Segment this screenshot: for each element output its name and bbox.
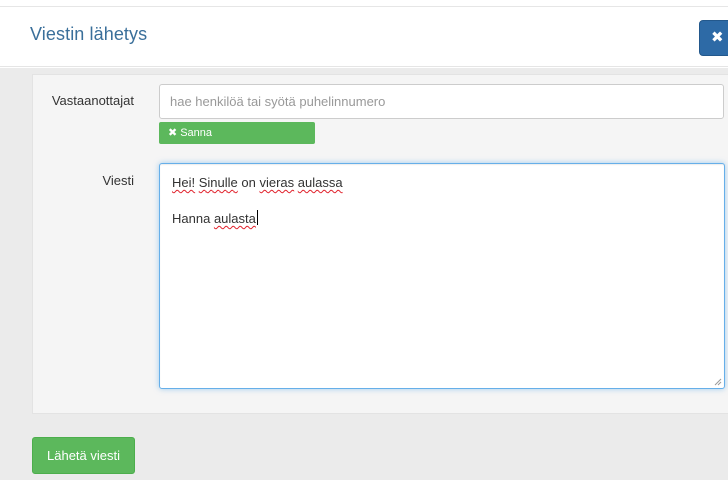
- remove-icon[interactable]: ✖: [168, 127, 177, 139]
- message-line-3: Hanna aulasta: [172, 210, 712, 228]
- text-caret: [256, 210, 258, 225]
- recipient-tag-sanna[interactable]: ✖ Sanna: [159, 122, 315, 144]
- message-word: vieras: [259, 175, 295, 190]
- message-label: Viesti: [102, 173, 134, 188]
- message-line-1: Hei! Sinulle on vieras aulassa: [172, 174, 712, 192]
- close-icon: ✖: [711, 29, 724, 46]
- message-word: aulasta: [213, 211, 256, 226]
- recipient-tag-label: Sanna: [180, 127, 213, 139]
- message-word: Sinulle: [198, 175, 238, 190]
- recipients-label: Vastaanottajat: [51, 93, 134, 108]
- message-modal: Viestin lähetys ✖ Vastaanottajat ✖Sanna …: [0, 0, 728, 480]
- top-edge: [0, 0, 728, 7]
- message-word: aulassa: [297, 175, 343, 190]
- modal-header: Viestin lähetys ✖: [0, 7, 728, 67]
- message-word: on: [237, 175, 260, 190]
- message-line-2: [172, 192, 712, 210]
- resize-grip-icon[interactable]: [714, 378, 722, 386]
- message-textarea[interactable]: Hei! Sinulle on vieras aulassa Hanna aul…: [159, 163, 725, 389]
- modal-title: Viestin lähetys: [30, 24, 148, 44]
- message-word: Hei!: [172, 175, 196, 190]
- send-message-button[interactable]: Lähetä viesti: [32, 437, 135, 474]
- message-word: Hanna: [172, 211, 211, 226]
- close-button[interactable]: ✖: [699, 20, 728, 56]
- recipients-search-input[interactable]: [159, 84, 724, 119]
